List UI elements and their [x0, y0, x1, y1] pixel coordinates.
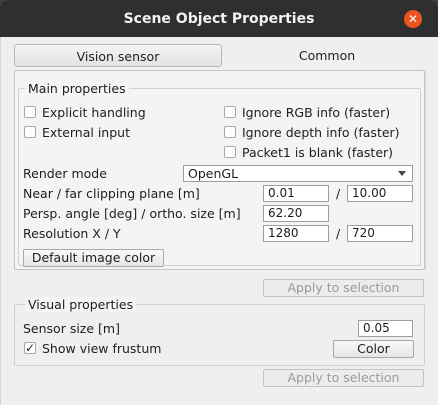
clip-separator: /: [336, 186, 341, 201]
render-mode-value: OpenGL: [188, 166, 239, 181]
color-button[interactable]: Color: [333, 340, 414, 358]
persp-angle-input[interactable]: 62.20: [263, 205, 329, 222]
panel-divider: [425, 70, 426, 270]
resolution-x-input[interactable]: 1280: [263, 225, 329, 242]
close-icon[interactable]: ✕: [404, 10, 422, 28]
checkbox-label: Show view frustum: [42, 341, 162, 356]
resolution-y-input[interactable]: 720: [347, 225, 413, 242]
chevron-down-icon: [398, 171, 406, 176]
checkbox-box[interactable]: [24, 106, 36, 118]
sensor-size-label: Sensor size [m]: [23, 321, 120, 336]
checkbox-label: Ignore depth info (faster): [242, 125, 400, 140]
far-clip-input[interactable]: 10.00: [347, 185, 413, 202]
properties-window: Scene Object Properties ✕ Vision sensor …: [0, 0, 438, 405]
sensor-size-input[interactable]: 0.05: [358, 320, 413, 337]
checkbox-label: Packet1 is blank (faster): [242, 145, 394, 160]
render-mode-label: Render mode: [23, 166, 107, 181]
apply-to-selection-button[interactable]: Apply to selection: [263, 279, 424, 297]
visual-properties-title: Visual properties: [25, 297, 137, 312]
main-properties-title: Main properties: [25, 81, 129, 96]
clipping-plane-label: Near / far clipping plane [m]: [23, 186, 200, 201]
checkbox-label: Ignore RGB info (faster): [242, 105, 391, 120]
checkbox-label: External input: [42, 125, 130, 140]
default-image-color-button[interactable]: Default image color: [23, 249, 164, 267]
checkbox-label: Explicit handling: [42, 105, 146, 120]
window-title: Scene Object Properties: [123, 11, 315, 27]
title-bar[interactable]: Scene Object Properties ✕: [0, 0, 438, 37]
resolution-separator: /: [336, 226, 341, 241]
checkbox-box[interactable]: [24, 340, 36, 356]
render-mode-select[interactable]: OpenGL: [183, 165, 413, 182]
tab-vision-sensor[interactable]: Vision sensor: [14, 44, 222, 67]
apply-to-selection-button[interactable]: Apply to selection: [263, 369, 424, 387]
tab-common[interactable]: Common: [222, 44, 432, 67]
near-clip-input[interactable]: 0.01: [263, 185, 329, 202]
persp-angle-label: Persp. angle [deg] / ortho. size [m]: [23, 206, 241, 221]
resolution-label: Resolution X / Y: [23, 226, 121, 241]
checkbox-box[interactable]: [224, 146, 236, 158]
checkbox-box[interactable]: [24, 126, 36, 138]
checkbox-box[interactable]: [224, 126, 236, 138]
checkbox-box[interactable]: [224, 106, 236, 118]
